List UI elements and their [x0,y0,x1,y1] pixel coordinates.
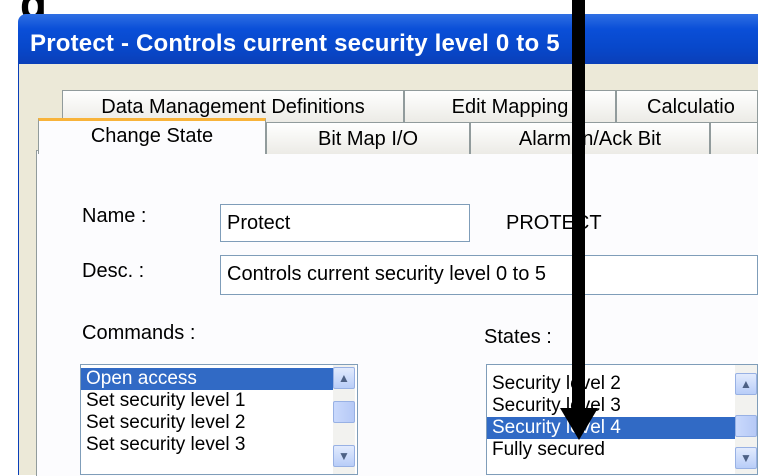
list-item[interactable]: Security level 2 [487,373,735,395]
tab-bit-map-io[interactable]: Bit Map I/O [266,122,470,154]
chevron-up-icon[interactable]: ▲ [333,367,355,389]
down-arrow-icon [560,408,598,440]
tab-alarm-in-ack-bit[interactable]: Alarm In/Ack Bit [470,122,710,154]
list-item[interactable]: Open access [81,368,333,390]
name-uppercase-text: PROTECT [506,212,602,234]
tab-overflow[interactable] [710,122,758,154]
list-item[interactable]: Security level 4 [487,417,735,439]
list-item[interactable]: Set security level 1 [81,390,333,412]
states-scrollbar[interactable]: ▲ ▼ [735,365,757,474]
annotation-arrow-shaft [572,0,585,410]
chevron-down-icon[interactable]: ▼ [735,447,757,469]
list-item[interactable]: Set security level 2 [81,412,333,434]
name-label: Name : [82,205,147,227]
states-list[interactable]: Security level 2 Security level 3 Securi… [486,364,758,475]
list-item[interactable]: Fully secured [487,439,735,461]
states-label: States : [484,326,552,348]
scroll-thumb[interactable] [333,401,355,423]
list-item[interactable]: Set security level 3 [81,434,333,456]
chevron-down-icon[interactable]: ▼ [333,445,355,467]
tab-change-state[interactable]: Change State [38,118,266,154]
commands-list[interactable]: Open access Set security level 1 Set sec… [80,364,358,475]
window-title: Protect - Controls current security leve… [30,30,560,57]
tab-calculation[interactable]: Calculatio [616,90,758,122]
commands-scrollbar[interactable]: ▲ ▼ [333,365,355,474]
scroll-thumb[interactable] [735,415,757,437]
desc-label: Desc. : [82,260,145,282]
description-field[interactable]: Controls current security level 0 to 5 [220,255,758,295]
chevron-up-icon[interactable]: ▲ [735,373,757,395]
commands-label: Commands : [82,322,196,344]
name-field[interactable]: Protect [220,204,470,242]
list-item[interactable]: Security level 3 [487,395,735,417]
